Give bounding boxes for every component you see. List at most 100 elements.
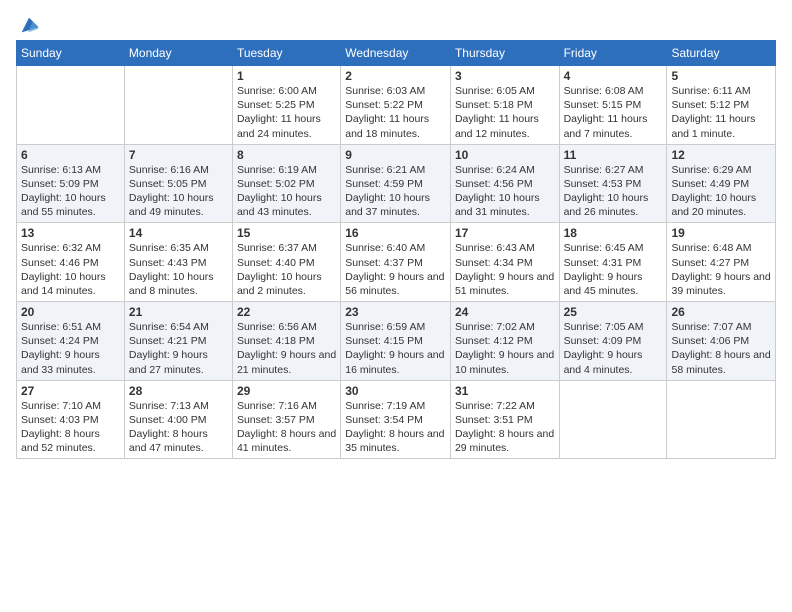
day-info: Sunrise: 6:08 AM Sunset: 5:15 PM Dayligh… xyxy=(564,84,663,141)
day-info: Sunrise: 6:51 AM Sunset: 4:24 PM Dayligh… xyxy=(21,320,120,377)
day-info: Sunrise: 6:32 AM Sunset: 4:46 PM Dayligh… xyxy=(21,241,120,298)
day-number: 9 xyxy=(345,148,446,162)
day-number: 6 xyxy=(21,148,120,162)
calendar-cell: 1Sunrise: 6:00 AM Sunset: 5:25 PM Daylig… xyxy=(232,66,340,145)
calendar-cell: 12Sunrise: 6:29 AM Sunset: 4:49 PM Dayli… xyxy=(667,144,776,223)
calendar-cell: 22Sunrise: 6:56 AM Sunset: 4:18 PM Dayli… xyxy=(232,302,340,381)
day-info: Sunrise: 6:11 AM Sunset: 5:12 PM Dayligh… xyxy=(671,84,771,141)
page-container: SundayMondayTuesdayWednesdayThursdayFrid… xyxy=(0,0,792,469)
logo xyxy=(16,14,40,36)
day-header-saturday: Saturday xyxy=(667,41,776,66)
calendar-cell: 19Sunrise: 6:48 AM Sunset: 4:27 PM Dayli… xyxy=(667,223,776,302)
day-number: 22 xyxy=(237,305,336,319)
calendar-cell: 7Sunrise: 6:16 AM Sunset: 5:05 PM Daylig… xyxy=(124,144,232,223)
day-info: Sunrise: 7:05 AM Sunset: 4:09 PM Dayligh… xyxy=(564,320,663,377)
day-info: Sunrise: 6:35 AM Sunset: 4:43 PM Dayligh… xyxy=(129,241,228,298)
day-number: 12 xyxy=(671,148,771,162)
week-row-1: 1Sunrise: 6:00 AM Sunset: 5:25 PM Daylig… xyxy=(17,66,776,145)
calendar-cell: 2Sunrise: 6:03 AM Sunset: 5:22 PM Daylig… xyxy=(341,66,451,145)
day-info: Sunrise: 6:24 AM Sunset: 4:56 PM Dayligh… xyxy=(455,163,555,220)
week-row-3: 13Sunrise: 6:32 AM Sunset: 4:46 PM Dayli… xyxy=(17,223,776,302)
day-number: 25 xyxy=(564,305,663,319)
calendar-cell: 8Sunrise: 6:19 AM Sunset: 5:02 PM Daylig… xyxy=(232,144,340,223)
day-number: 2 xyxy=(345,69,446,83)
day-info: Sunrise: 7:07 AM Sunset: 4:06 PM Dayligh… xyxy=(671,320,771,377)
day-info: Sunrise: 6:48 AM Sunset: 4:27 PM Dayligh… xyxy=(671,241,771,298)
day-info: Sunrise: 6:21 AM Sunset: 4:59 PM Dayligh… xyxy=(345,163,446,220)
day-info: Sunrise: 6:45 AM Sunset: 4:31 PM Dayligh… xyxy=(564,241,663,298)
calendar-cell: 18Sunrise: 6:45 AM Sunset: 4:31 PM Dayli… xyxy=(559,223,667,302)
calendar-cell: 21Sunrise: 6:54 AM Sunset: 4:21 PM Dayli… xyxy=(124,302,232,381)
week-row-5: 27Sunrise: 7:10 AM Sunset: 4:03 PM Dayli… xyxy=(17,380,776,459)
day-info: Sunrise: 6:56 AM Sunset: 4:18 PM Dayligh… xyxy=(237,320,336,377)
calendar-body: 1Sunrise: 6:00 AM Sunset: 5:25 PM Daylig… xyxy=(17,66,776,459)
calendar-cell xyxy=(17,66,125,145)
day-number: 23 xyxy=(345,305,446,319)
day-number: 4 xyxy=(564,69,663,83)
day-header-sunday: Sunday xyxy=(17,41,125,66)
calendar-table: SundayMondayTuesdayWednesdayThursdayFrid… xyxy=(16,40,776,459)
day-header-tuesday: Tuesday xyxy=(232,41,340,66)
day-header-thursday: Thursday xyxy=(450,41,559,66)
calendar-cell: 4Sunrise: 6:08 AM Sunset: 5:15 PM Daylig… xyxy=(559,66,667,145)
day-number: 1 xyxy=(237,69,336,83)
day-number: 21 xyxy=(129,305,228,319)
day-info: Sunrise: 6:16 AM Sunset: 5:05 PM Dayligh… xyxy=(129,163,228,220)
calendar-cell: 29Sunrise: 7:16 AM Sunset: 3:57 PM Dayli… xyxy=(232,380,340,459)
day-info: Sunrise: 6:13 AM Sunset: 5:09 PM Dayligh… xyxy=(21,163,120,220)
day-info: Sunrise: 6:43 AM Sunset: 4:34 PM Dayligh… xyxy=(455,241,555,298)
week-row-4: 20Sunrise: 6:51 AM Sunset: 4:24 PM Dayli… xyxy=(17,302,776,381)
day-number: 19 xyxy=(671,226,771,240)
calendar-cell: 3Sunrise: 6:05 AM Sunset: 5:18 PM Daylig… xyxy=(450,66,559,145)
day-number: 14 xyxy=(129,226,228,240)
day-number: 30 xyxy=(345,384,446,398)
day-number: 16 xyxy=(345,226,446,240)
day-info: Sunrise: 6:03 AM Sunset: 5:22 PM Dayligh… xyxy=(345,84,446,141)
day-info: Sunrise: 6:40 AM Sunset: 4:37 PM Dayligh… xyxy=(345,241,446,298)
day-number: 7 xyxy=(129,148,228,162)
calendar-cell: 30Sunrise: 7:19 AM Sunset: 3:54 PM Dayli… xyxy=(341,380,451,459)
day-number: 31 xyxy=(455,384,555,398)
calendar-cell: 6Sunrise: 6:13 AM Sunset: 5:09 PM Daylig… xyxy=(17,144,125,223)
calendar-cell: 17Sunrise: 6:43 AM Sunset: 4:34 PM Dayli… xyxy=(450,223,559,302)
day-info: Sunrise: 7:16 AM Sunset: 3:57 PM Dayligh… xyxy=(237,399,336,456)
day-info: Sunrise: 6:27 AM Sunset: 4:53 PM Dayligh… xyxy=(564,163,663,220)
day-info: Sunrise: 6:29 AM Sunset: 4:49 PM Dayligh… xyxy=(671,163,771,220)
day-number: 5 xyxy=(671,69,771,83)
day-number: 18 xyxy=(564,226,663,240)
day-number: 3 xyxy=(455,69,555,83)
calendar-cell: 31Sunrise: 7:22 AM Sunset: 3:51 PM Dayli… xyxy=(450,380,559,459)
calendar-cell xyxy=(559,380,667,459)
calendar-cell: 26Sunrise: 7:07 AM Sunset: 4:06 PM Dayli… xyxy=(667,302,776,381)
calendar-cell: 9Sunrise: 6:21 AM Sunset: 4:59 PM Daylig… xyxy=(341,144,451,223)
calendar-cell: 5Sunrise: 6:11 AM Sunset: 5:12 PM Daylig… xyxy=(667,66,776,145)
calendar-cell: 23Sunrise: 6:59 AM Sunset: 4:15 PM Dayli… xyxy=(341,302,451,381)
day-header-monday: Monday xyxy=(124,41,232,66)
calendar-cell: 20Sunrise: 6:51 AM Sunset: 4:24 PM Dayli… xyxy=(17,302,125,381)
day-info: Sunrise: 6:00 AM Sunset: 5:25 PM Dayligh… xyxy=(237,84,336,141)
calendar-cell: 11Sunrise: 6:27 AM Sunset: 4:53 PM Dayli… xyxy=(559,144,667,223)
day-info: Sunrise: 6:54 AM Sunset: 4:21 PM Dayligh… xyxy=(129,320,228,377)
day-info: Sunrise: 6:37 AM Sunset: 4:40 PM Dayligh… xyxy=(237,241,336,298)
calendar-cell: 25Sunrise: 7:05 AM Sunset: 4:09 PM Dayli… xyxy=(559,302,667,381)
day-header-wednesday: Wednesday xyxy=(341,41,451,66)
day-number: 20 xyxy=(21,305,120,319)
calendar-cell: 14Sunrise: 6:35 AM Sunset: 4:43 PM Dayli… xyxy=(124,223,232,302)
week-row-2: 6Sunrise: 6:13 AM Sunset: 5:09 PM Daylig… xyxy=(17,144,776,223)
day-number: 13 xyxy=(21,226,120,240)
day-number: 27 xyxy=(21,384,120,398)
day-number: 26 xyxy=(671,305,771,319)
day-number: 29 xyxy=(237,384,336,398)
calendar-cell: 24Sunrise: 7:02 AM Sunset: 4:12 PM Dayli… xyxy=(450,302,559,381)
day-number: 8 xyxy=(237,148,336,162)
day-info: Sunrise: 6:19 AM Sunset: 5:02 PM Dayligh… xyxy=(237,163,336,220)
calendar-cell xyxy=(124,66,232,145)
calendar-header-row: SundayMondayTuesdayWednesdayThursdayFrid… xyxy=(17,41,776,66)
day-info: Sunrise: 7:19 AM Sunset: 3:54 PM Dayligh… xyxy=(345,399,446,456)
day-info: Sunrise: 7:10 AM Sunset: 4:03 PM Dayligh… xyxy=(21,399,120,456)
day-number: 17 xyxy=(455,226,555,240)
calendar-cell: 15Sunrise: 6:37 AM Sunset: 4:40 PM Dayli… xyxy=(232,223,340,302)
day-header-friday: Friday xyxy=(559,41,667,66)
day-info: Sunrise: 7:22 AM Sunset: 3:51 PM Dayligh… xyxy=(455,399,555,456)
day-info: Sunrise: 7:13 AM Sunset: 4:00 PM Dayligh… xyxy=(129,399,228,456)
